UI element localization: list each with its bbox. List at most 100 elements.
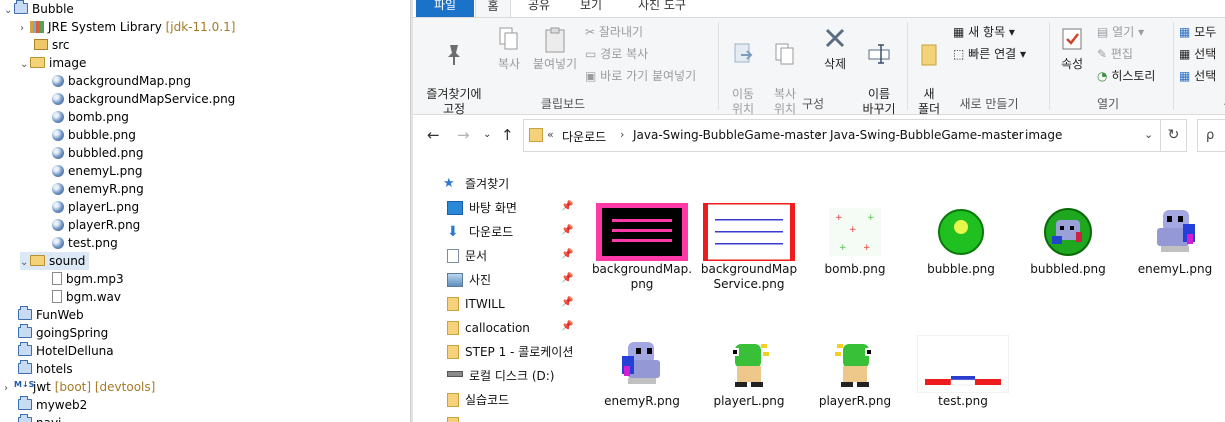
pin-icon[interactable]: 📌 bbox=[561, 201, 573, 212]
address-input[interactable]: « 다운로드 › Java-Swing-BubbleGame-master › … bbox=[523, 119, 1161, 152]
properties-button[interactable]: 속성 bbox=[1055, 26, 1089, 72]
new-item-icon: ▦ bbox=[953, 25, 965, 39]
tree-item-file[interactable]: bgm.wav bbox=[52, 288, 121, 306]
nav-item-local-disk[interactable]: 로컬 디스크 (D:) bbox=[447, 364, 554, 388]
delete-button[interactable]: 삭제 bbox=[815, 26, 855, 72]
tab-picture-tools[interactable]: 사진 도구 bbox=[623, 0, 701, 17]
ribbon-separator bbox=[907, 22, 908, 110]
breadcrumb-item[interactable]: 다운로드 bbox=[562, 128, 606, 145]
tree-item-project[interactable]: navi bbox=[18, 414, 61, 422]
file-name: backgroundMap Service.png bbox=[700, 262, 798, 291]
nav-item-documents[interactable]: 문서 bbox=[447, 244, 487, 268]
expand-arrow-icon[interactable]: › bbox=[4, 380, 14, 398]
tree-item-src[interactable]: src bbox=[34, 36, 70, 54]
new-folder-icon bbox=[921, 44, 937, 66]
refresh-icon[interactable]: ↻ bbox=[1161, 119, 1187, 152]
tab-share[interactable]: 공유 bbox=[517, 0, 561, 17]
expand-arrow-icon[interactable]: › bbox=[20, 20, 30, 38]
up-arrow-icon[interactable]: ↑ bbox=[501, 126, 514, 144]
tree-item-project[interactable]: hotels bbox=[18, 360, 73, 378]
collapse-arrow-icon[interactable]: ⌄ bbox=[20, 56, 30, 74]
paste-button[interactable]: 붙여넣기 bbox=[529, 26, 581, 72]
history-button[interactable]: ◔ 히스토리 bbox=[1097, 67, 1155, 85]
ribbon-separator bbox=[718, 22, 719, 110]
forward-arrow-icon[interactable]: → bbox=[457, 126, 470, 144]
collapse-arrow-icon[interactable]: ⌄ bbox=[4, 2, 14, 20]
nav-item-folder[interactable]: 실습코드 bbox=[447, 388, 509, 412]
nav-item-pictures[interactable]: 사진 bbox=[447, 268, 491, 292]
select-all-button[interactable]: ▦ 모두 bbox=[1179, 23, 1216, 41]
open-button[interactable]: ▤ 열기 ▾ bbox=[1097, 23, 1144, 41]
tree-item-project[interactable]: FunWeb bbox=[18, 306, 84, 324]
pin-icon[interactable]: 📌 bbox=[561, 273, 573, 284]
copy-button[interactable]: 복사 bbox=[491, 26, 527, 72]
nav-item-label: 다운로드 bbox=[469, 225, 514, 239]
breadcrumb-separator-icon[interactable]: › bbox=[817, 128, 821, 141]
tree-item-file[interactable]: bgm.mp3 bbox=[52, 270, 124, 288]
easy-access-button[interactable]: ⬚ 빠른 연결 ▾ bbox=[953, 45, 1026, 63]
tree-item-label: src bbox=[52, 38, 70, 52]
address-overflow-chevron[interactable]: « bbox=[547, 128, 554, 141]
tree-item-file[interactable]: backgroundMap.png bbox=[52, 72, 191, 90]
pin-icon[interactable]: 📌 bbox=[561, 225, 573, 236]
tree-item-bubble-project[interactable]: ⌄ Bubble bbox=[4, 0, 74, 18]
tree-item-file[interactable]: enemyL.png bbox=[52, 162, 143, 180]
nav-item-desktop[interactable]: 바탕 화면 bbox=[447, 196, 517, 220]
breadcrumb-separator-icon[interactable]: › bbox=[620, 128, 624, 141]
pin-icon[interactable]: 📌 bbox=[561, 321, 573, 332]
breadcrumb-item[interactable]: image bbox=[1025, 128, 1062, 142]
tree-item-file[interactable]: bubble.png bbox=[52, 126, 136, 144]
breadcrumb-separator-icon[interactable]: › bbox=[1012, 128, 1016, 141]
pin-to-quick-access-button[interactable]: 즐겨찾기에 고정 bbox=[421, 26, 487, 117]
tree-item-file[interactable]: backgroundMapService.png bbox=[52, 90, 235, 108]
move-to-label: 이동 위치 bbox=[731, 87, 755, 116]
breadcrumb-item[interactable]: Java-Swing-BubbleGame-master bbox=[830, 128, 1024, 142]
pin-icon[interactable]: 📌 bbox=[561, 249, 573, 260]
nav-item-folder[interactable]: STEP 1 - 콜로케이션 bbox=[447, 340, 579, 364]
tab-home[interactable]: 홈 bbox=[475, 0, 511, 17]
tab-view[interactable]: 보기 bbox=[569, 0, 613, 17]
tree-item-label: playerR.png bbox=[68, 218, 141, 232]
pin-icon[interactable]: 📌 bbox=[561, 297, 573, 308]
tree-item-sound-folder[interactable]: ⌄ sound bbox=[20, 252, 90, 272]
tab-file[interactable]: 파일 bbox=[416, 0, 474, 17]
back-arrow-icon[interactable]: ← bbox=[427, 126, 440, 144]
tree-item-image-folder[interactable]: ⌄ image bbox=[20, 54, 86, 72]
cut-button[interactable]: ✂ 잘라내기 bbox=[585, 23, 643, 41]
tree-item-project[interactable]: myweb2 bbox=[18, 396, 87, 414]
recent-locations-chevron-icon[interactable]: ⌄ bbox=[483, 129, 491, 140]
paste-shortcut-button[interactable]: ▣ 바로 가기 붙여넣기 bbox=[585, 67, 696, 85]
copy-path-button[interactable]: ▭ 경로 복사 bbox=[585, 45, 648, 63]
edit-button[interactable]: ✎ 편집 bbox=[1097, 45, 1133, 63]
breadcrumb-item[interactable]: Java-Swing-BubbleGame-master bbox=[633, 128, 827, 142]
tree-item-label: goingSpring bbox=[36, 326, 109, 340]
collapse-arrow-icon[interactable]: ⌄ bbox=[20, 254, 30, 272]
tree-item-jre-library[interactable]: › JRE System Library [jdk-11.0.1] bbox=[20, 18, 235, 36]
project-icon bbox=[18, 306, 32, 320]
select-none-button[interactable]: ▦ 선택 bbox=[1179, 45, 1216, 63]
nav-item-folder[interactable]: ... bbox=[447, 412, 476, 422]
tree-item-file[interactable]: bubbled.png bbox=[52, 144, 143, 162]
tree-item-label: myweb2 bbox=[36, 398, 88, 412]
address-dropdown-icon[interactable]: ⌄ bbox=[1144, 128, 1153, 141]
nav-item-folder[interactable]: callocation bbox=[447, 316, 530, 340]
new-item-button[interactable]: ▦ 새 항목 ▾ bbox=[953, 23, 1015, 41]
tree-item-file[interactable]: bomb.png bbox=[52, 108, 129, 126]
tree-item-file[interactable]: test.png bbox=[52, 234, 118, 252]
nav-item-label: 즐겨찾기 bbox=[465, 177, 510, 191]
image-file-icon bbox=[52, 218, 64, 231]
move-to-icon bbox=[734, 43, 753, 63]
nav-item-quick-access[interactable]: ★ 즐겨찾기 bbox=[443, 172, 509, 196]
tree-item-project[interactable]: HotelDelluna bbox=[18, 342, 114, 360]
nav-item-folder[interactable]: ITWILL bbox=[447, 292, 505, 316]
search-box[interactable]: ρ bbox=[1197, 119, 1225, 152]
tree-item-project[interactable]: goingSpring bbox=[18, 324, 108, 342]
tree-item-file[interactable]: playerL.png bbox=[52, 198, 139, 216]
tree-item-label: bgm.wav bbox=[66, 290, 122, 304]
tree-item-jwt-project[interactable]: › M↓Sjwt [boot] [devtools] bbox=[4, 378, 155, 396]
select-all-label: 모두 bbox=[1194, 25, 1217, 39]
tree-item-file[interactable]: playerR.png bbox=[52, 216, 140, 234]
tree-item-file[interactable]: enemyR.png bbox=[52, 180, 144, 198]
nav-item-downloads[interactable]: ⬇ 다운로드 bbox=[447, 220, 513, 244]
invert-selection-button[interactable]: ▦ 선택 bbox=[1179, 67, 1216, 85]
